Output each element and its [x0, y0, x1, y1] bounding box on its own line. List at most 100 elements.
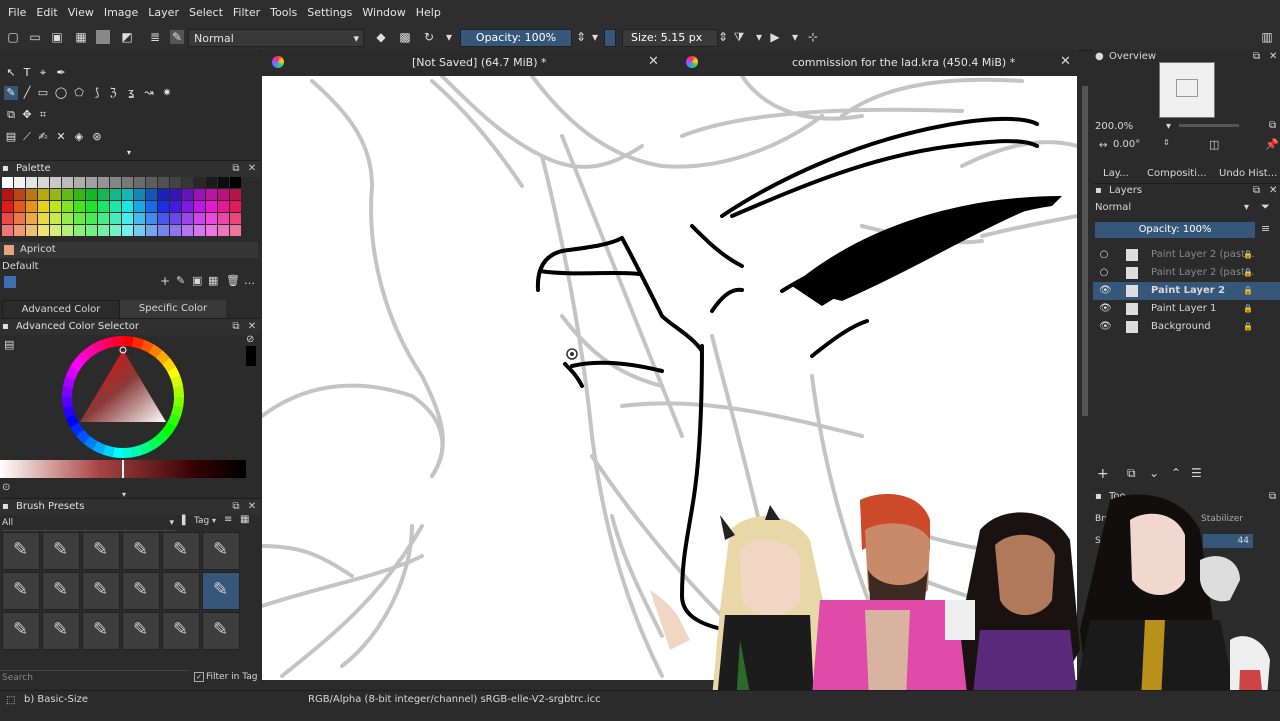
- rotate-icon[interactable]: ↔: [1099, 140, 1107, 151]
- palette-swatch[interactable]: [110, 201, 121, 212]
- tab-layers[interactable]: Lay...: [1103, 165, 1129, 183]
- fg-bg-color-icon[interactable]: ◩: [120, 30, 134, 44]
- close-icon[interactable]: ✕: [648, 54, 659, 69]
- hue-ring-segment[interactable]: [140, 441, 154, 455]
- menu-tools[interactable]: Tools: [265, 0, 302, 26]
- palette-swatch[interactable]: [86, 213, 97, 224]
- palette-swatch[interactable]: [98, 189, 109, 200]
- palette-swatch[interactable]: [86, 189, 97, 200]
- brush-preset-tile[interactable]: ✎: [202, 612, 240, 650]
- palette-selected-row[interactable]: Apricot: [0, 242, 258, 258]
- hue-ring-segment[interactable]: [155, 350, 170, 365]
- palette-swatch[interactable]: [26, 213, 37, 224]
- hue-ring-segment[interactable]: [173, 386, 184, 398]
- palette-swatch[interactable]: [14, 213, 25, 224]
- palette-swatch[interactable]: [134, 189, 145, 200]
- palette-swatch[interactable]: [74, 213, 85, 224]
- hue-ring-segment[interactable]: [131, 444, 144, 458]
- layer-row[interactable]: ○ Paint Layer 2 (past... 🔒: [1093, 264, 1280, 282]
- hue-ring-segment[interactable]: [102, 444, 115, 458]
- crop-tool-icon[interactable]: ⌗: [36, 108, 50, 122]
- menu-select[interactable]: Select: [184, 0, 228, 26]
- dock-layout-icon[interactable]: ▥: [1260, 30, 1274, 44]
- line-tool-icon[interactable]: ╱: [20, 86, 34, 100]
- palette-swatch[interactable]: [110, 189, 121, 200]
- eraser-icon[interactable]: ◆: [374, 30, 388, 44]
- palette-swatch[interactable]: [26, 177, 37, 188]
- palette-swatch[interactable]: [158, 189, 169, 200]
- visibility-eye-icon[interactable]: 👁: [1099, 282, 1112, 300]
- layer-row[interactable]: 👁 Paint Layer 1 🔒: [1093, 300, 1280, 318]
- display-settings-icon[interactable]: ▦: [240, 514, 249, 525]
- tab-not-saved[interactable]: [Not Saved] (64.7 MiB) *: [412, 50, 547, 76]
- brush-preset-tile[interactable]: ✎: [202, 572, 240, 610]
- layer-blend-select[interactable]: Normal ▾: [1095, 200, 1253, 216]
- palette-swatch[interactable]: [230, 189, 241, 200]
- hue-ring-segment[interactable]: [92, 339, 106, 353]
- chevron-down-icon[interactable]: ▾: [588, 30, 602, 44]
- move-tool-icon[interactable]: ✥: [20, 108, 34, 122]
- select-shapes-icon[interactable]: ↖: [4, 66, 18, 80]
- palette-swatch[interactable]: [74, 189, 85, 200]
- brush-preset-tile[interactable]: ✎: [122, 612, 160, 650]
- palette-swatch[interactable]: [62, 177, 73, 188]
- palette-swatch[interactable]: [2, 177, 13, 188]
- color-swatch[interactable]: [604, 29, 616, 47]
- zoom-select[interactable]: 200.0% ▾: [1095, 120, 1173, 134]
- brush-preset-tile[interactable]: ✎: [42, 532, 80, 570]
- palette-swatch[interactable]: [134, 213, 145, 224]
- blend-mode-select[interactable]: Normal ▾: [188, 29, 364, 47]
- delete-icon[interactable]: 🗑: [226, 274, 240, 287]
- list-view-icon[interactable]: ≡: [224, 514, 232, 525]
- overview-thumbnail[interactable]: [1159, 62, 1215, 118]
- palette-swatch[interactable]: [230, 225, 241, 236]
- palette-swatch[interactable]: [218, 213, 229, 224]
- wrap-around-icon[interactable]: ⊹: [806, 30, 820, 44]
- palette-swatch[interactable]: [50, 225, 61, 236]
- palette-swatch[interactable]: [206, 225, 217, 236]
- palette-swatch[interactable]: [110, 177, 121, 188]
- text-tool-icon[interactable]: T: [20, 66, 34, 80]
- palette-swatch[interactable]: [74, 201, 85, 212]
- palette-swatch[interactable]: [14, 189, 25, 200]
- scrollbar-thumb[interactable]: [1082, 86, 1088, 416]
- palette-swatch[interactable]: [206, 177, 217, 188]
- palette-swatch[interactable]: [170, 177, 181, 188]
- palette-swatch[interactable]: [194, 189, 205, 200]
- hue-ring-segment[interactable]: [162, 422, 176, 437]
- palette-swatch[interactable]: [146, 201, 157, 212]
- brush-preset-tile[interactable]: ✎: [2, 612, 40, 650]
- lock-icon[interactable]: ▪: [2, 499, 9, 515]
- menu-filter[interactable]: Filter: [228, 0, 265, 26]
- hue-ring-segment[interactable]: [131, 336, 144, 350]
- palette-swatch[interactable]: [98, 213, 109, 224]
- palette-swatch[interactable]: [182, 225, 193, 236]
- palette-swatch[interactable]: [146, 189, 157, 200]
- palette-swatch[interactable]: [38, 225, 49, 236]
- color-history-strip[interactable]: [246, 346, 256, 366]
- visibility-eye-icon[interactable]: ○: [1099, 264, 1109, 282]
- palette-swatch[interactable]: [170, 189, 181, 200]
- palette-swatch[interactable]: [38, 177, 49, 188]
- menu-window[interactable]: Window: [357, 0, 410, 26]
- palette-swatch[interactable]: [62, 225, 73, 236]
- palette-swatch[interactable]: [26, 225, 37, 236]
- color-cursor[interactable]: [122, 460, 124, 478]
- hue-ring-segment[interactable]: [112, 336, 124, 347]
- brush-preset-tile[interactable]: ✎: [122, 572, 160, 610]
- alpha-lock-icon[interactable]: ▩: [398, 30, 412, 44]
- hue-ring-segment[interactable]: [173, 396, 184, 408]
- zoom-slider[interactable]: [1179, 124, 1239, 127]
- palette-swatch[interactable]: [170, 201, 181, 212]
- palette-swatch[interactable]: [122, 177, 133, 188]
- visibility-eye-icon[interactable]: 👁: [1099, 300, 1112, 318]
- palette-swatch[interactable]: [206, 213, 217, 224]
- edit-swatch-icon[interactable]: ✎: [176, 274, 185, 287]
- gradient-tool-icon[interactable]: ▤: [4, 130, 18, 144]
- palette-swatch[interactable]: [26, 201, 37, 212]
- rotation-input[interactable]: 0.00°: [1113, 138, 1163, 152]
- ellipse-tool-icon[interactable]: ◯: [54, 86, 68, 100]
- rectangle-tool-icon[interactable]: ▭: [36, 86, 50, 100]
- lock-icon[interactable]: 🔒: [1243, 318, 1253, 336]
- filter-in-tag-checkbox[interactable]: ✓: [194, 672, 204, 682]
